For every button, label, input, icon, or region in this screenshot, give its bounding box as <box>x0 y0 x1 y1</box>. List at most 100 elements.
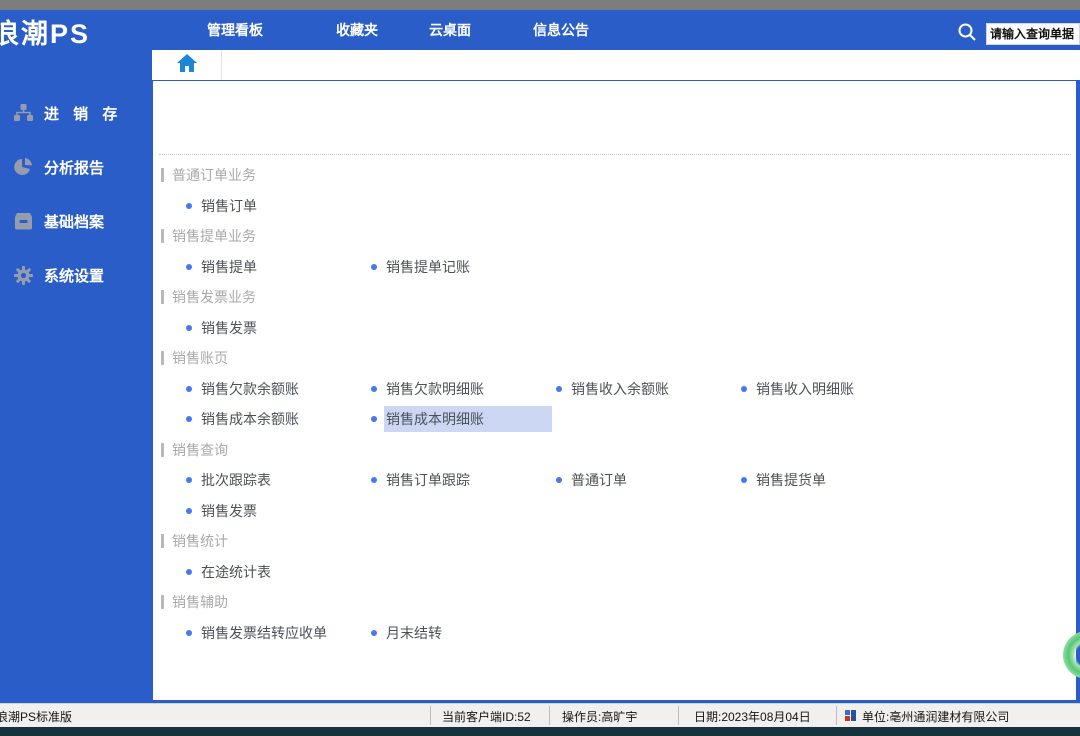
status-operator: 操作员:高旷宇 <box>562 708 637 725</box>
window-top-strip <box>0 0 1080 10</box>
section-title-label: 销售发票业务 <box>172 287 256 307</box>
sidebar-item-inventory[interactable]: 进 销 存 <box>12 98 152 128</box>
status-bar: 浪潮PS标准版 当前客户端ID:52 操作员:高旷宇 日期:2023年08月04… <box>0 703 1080 727</box>
menu-item-label: 销售收入明细账 <box>756 379 854 399</box>
section-title-label: 销售查询 <box>172 440 228 460</box>
section-title-label: 销售账页 <box>172 348 228 368</box>
search-input[interactable] <box>986 23 1080 45</box>
menu-item[interactable]: 销售欠款余额账 <box>186 374 371 405</box>
bullet-icon <box>186 264 192 270</box>
nav-dashboard[interactable]: 管理看板 <box>207 10 263 50</box>
dotted-separator <box>159 154 1071 155</box>
menu-item-label: 销售订单跟踪 <box>386 470 470 490</box>
section-title-label: 销售统计 <box>172 531 228 551</box>
menu-item[interactable]: 销售订单 <box>186 191 371 222</box>
sidebar: 进 销 存 分析报告 基础档案 <box>0 50 152 703</box>
menu-item[interactable]: 销售成本明细账 <box>371 404 556 435</box>
app-logo: 浪潮PS <box>0 12 90 51</box>
header-search <box>957 22 1080 46</box>
menu-item[interactable]: 销售提单 <box>186 252 371 283</box>
menu-item[interactable]: 销售欠款明细账 <box>371 374 556 405</box>
menu-section-title: 销售查询 <box>153 435 1073 466</box>
bullet-icon <box>186 386 192 392</box>
company-icon <box>845 710 857 722</box>
bullet-icon <box>186 203 192 209</box>
section-title-label: 销售辅助 <box>172 592 228 612</box>
menu-item[interactable]: 在途统计表 <box>186 557 371 588</box>
pie-chart-icon <box>12 156 34 178</box>
menu-section-title: 销售提单业务 <box>153 221 1073 252</box>
tab-bar <box>152 50 1080 81</box>
bullet-icon <box>741 477 747 483</box>
status-product-edition: 浪潮PS标准版 <box>0 708 72 725</box>
section-bar <box>161 351 164 365</box>
tab-home[interactable] <box>152 50 222 80</box>
menu-item-label: 销售收入余额账 <box>571 379 669 399</box>
menu-section-title: 销售统计 <box>153 526 1073 557</box>
section-title-label: 销售提单业务 <box>172 226 256 246</box>
menu-item[interactable]: 销售成本余额账 <box>186 404 371 435</box>
menu-item-label: 普通订单 <box>571 470 627 490</box>
menu-item[interactable]: 销售发票 <box>186 313 371 344</box>
menu-item[interactable]: 销售收入余额账 <box>556 374 741 405</box>
sidebar-item-label: 分析报告 <box>44 157 104 178</box>
section-title-label: 普通订单业务 <box>172 165 256 185</box>
menu-section-items: 销售发票结转应收单 月末结转 <box>153 618 1073 649</box>
bullet-icon <box>371 416 377 422</box>
bullet-icon <box>741 386 747 392</box>
menu-item[interactable]: 销售提货单 <box>741 465 926 496</box>
bullet-icon <box>371 264 377 270</box>
menu-item[interactable]: 销售发票结转应收单 <box>186 618 371 649</box>
bullet-icon <box>186 325 192 331</box>
nav-announcements[interactable]: 信息公告 <box>533 10 589 50</box>
section-bar <box>161 168 164 182</box>
sidebar-item-label: 进 销 存 <box>44 103 122 124</box>
sidebar-item-label: 系统设置 <box>44 265 104 286</box>
sidebar-item-system-settings[interactable]: 系统设置 <box>12 260 152 290</box>
menu-section-items: 销售发票 <box>153 313 1073 344</box>
menu-item[interactable]: 批次跟踪表 <box>186 465 371 496</box>
bullet-icon <box>371 477 377 483</box>
menu-item[interactable]: 销售提单记账 <box>371 252 556 283</box>
menu-section-title: 销售发票业务 <box>153 282 1073 313</box>
section-bar <box>161 443 164 457</box>
section-bar <box>161 229 164 243</box>
menu-item-label: 销售订单 <box>201 196 257 216</box>
nav-favorites[interactable]: 收藏夹 <box>336 10 378 50</box>
bullet-icon <box>186 630 192 636</box>
menu-item[interactable]: 月末结转 <box>371 618 556 649</box>
search-icon[interactable] <box>957 22 977 47</box>
menu-item-label: 销售提单 <box>201 257 257 277</box>
menu-item-label: 在途统计表 <box>201 562 271 582</box>
menu-item-label: 销售发票 <box>201 501 257 521</box>
menu-item[interactable]: 销售订单跟踪 <box>371 465 556 496</box>
menu-item-label: 销售成本明细账 <box>384 406 552 432</box>
menu-section-items: 批次跟踪表 销售订单跟踪 普通订单 销售提货单销售发票 <box>153 465 1073 526</box>
section-bar <box>161 290 164 304</box>
bullet-icon <box>186 569 192 575</box>
sidebar-item-analysis-reports[interactable]: 分析报告 <box>12 152 152 182</box>
menu-item[interactable]: 销售收入明细账 <box>741 374 926 405</box>
menu-item[interactable]: 销售发票 <box>186 496 371 527</box>
status-separator <box>430 706 431 725</box>
bullet-icon <box>186 477 192 483</box>
bullet-icon <box>556 477 562 483</box>
menu-section-title: 普通订单业务 <box>153 160 1073 191</box>
nav-cloud-desktop[interactable]: 云桌面 <box>429 10 471 50</box>
menu-item-label: 销售欠款余额账 <box>201 379 299 399</box>
menu-item[interactable]: 普通订单 <box>556 465 741 496</box>
bullet-icon <box>556 386 562 392</box>
section-bar <box>161 595 164 609</box>
menu-item-label: 月末结转 <box>386 623 442 643</box>
sidebar-item-base-archives[interactable]: 基础档案 <box>12 206 152 236</box>
sitemap-icon <box>12 102 34 124</box>
menu-section-items: 销售欠款余额账 销售欠款明细账销售收入余额账 销售收入明细账销售成本余额账销售成本明… <box>153 374 1073 435</box>
bullet-icon <box>371 630 377 636</box>
status-separator <box>678 706 679 725</box>
status-company: 单位:亳州通润建材有限公司 <box>862 708 1009 725</box>
menu-item-label: 销售发票结转应收单 <box>201 623 327 643</box>
section-bar <box>161 534 164 548</box>
menu-section-items: 在途统计表 <box>153 557 1073 588</box>
menu-item-label: 批次跟踪表 <box>201 470 271 490</box>
bullet-icon <box>186 416 192 422</box>
